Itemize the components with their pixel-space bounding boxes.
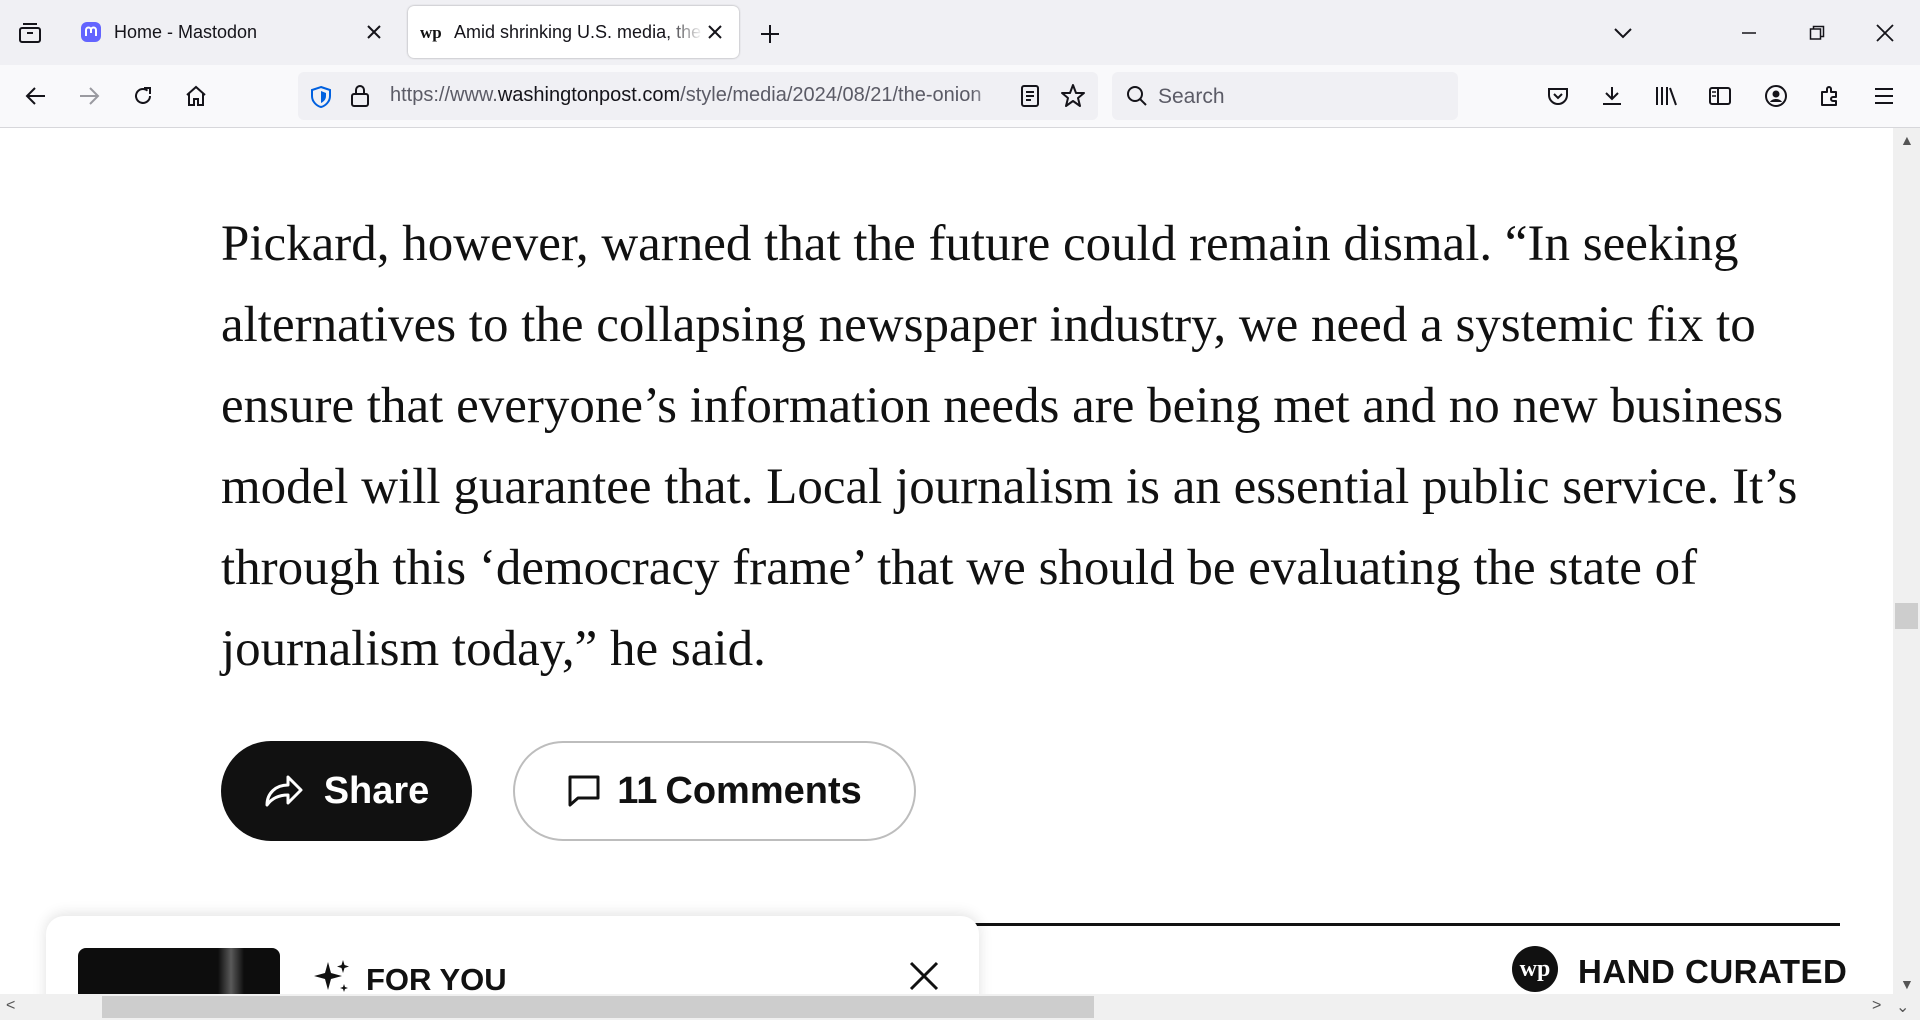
- section-divider: [970, 923, 1840, 926]
- sidebar-icon: [1709, 87, 1731, 105]
- minimize-button[interactable]: [1732, 16, 1766, 50]
- share-button[interactable]: Share: [221, 741, 472, 841]
- downloads-button[interactable]: [1594, 78, 1630, 114]
- page-content: Pickard, however, warned that the future…: [0, 128, 1893, 994]
- share-arrow-icon: [265, 775, 303, 807]
- hamburger-menu-icon: [1875, 88, 1893, 104]
- tab-close-button[interactable]: [703, 20, 727, 44]
- download-icon: [1603, 87, 1621, 105]
- close-icon[interactable]: [906, 958, 942, 994]
- menu-button[interactable]: [1866, 78, 1902, 114]
- tab-close-button[interactable]: [362, 20, 386, 44]
- for-you-thumbnail[interactable]: [78, 948, 280, 994]
- reader-view-icon[interactable]: [1020, 84, 1040, 108]
- chevron-down-icon: [1614, 28, 1632, 39]
- sidebar-button[interactable]: [1702, 78, 1738, 114]
- tab-washington-post[interactable]: wp Amid shrinking U.S. media, the: [408, 6, 739, 58]
- washington-post-icon: wp: [420, 23, 442, 42]
- search-placeholder: Search: [1158, 85, 1225, 108]
- search-bar[interactable]: Search: [1112, 72, 1458, 120]
- url-prefix: https://www.: [390, 84, 498, 106]
- new-tab-button[interactable]: [754, 18, 786, 50]
- article-paragraph: Pickard, however, warned that the future…: [221, 216, 1798, 677]
- reload-button[interactable]: [125, 78, 161, 114]
- tab-title: Amid shrinking U.S. media, the: [454, 21, 702, 42]
- list-all-tabs-button[interactable]: [1606, 16, 1640, 50]
- window-close-button[interactable]: [1868, 16, 1902, 50]
- close-icon: [1876, 24, 1894, 42]
- library-button[interactable]: [1648, 78, 1684, 114]
- url-bar[interactable]: https://www.washingtonpost.com/style/med…: [298, 72, 1098, 120]
- horizontal-scrollbar[interactable]: < > ⌄: [0, 994, 1920, 1020]
- close-icon: [708, 25, 722, 39]
- restore-icon: [1809, 25, 1825, 40]
- vertical-scroll-thumb[interactable]: [1895, 603, 1918, 629]
- mastodon-icon: [81, 22, 101, 42]
- comments-label: Comments: [665, 769, 862, 812]
- for-you-title: FOR YOU: [366, 962, 507, 994]
- horizontal-scroll-thumb[interactable]: [102, 996, 1094, 1018]
- home-button[interactable]: [178, 78, 214, 114]
- vertical-scrollbar[interactable]: ▲ ▼: [1893, 128, 1920, 994]
- url-text[interactable]: https://www.washingtonpost.com/style/med…: [390, 84, 1002, 108]
- tab-list-button[interactable]: [12, 18, 48, 48]
- back-button[interactable]: [18, 78, 54, 114]
- svg-text:wp: wp: [420, 23, 442, 42]
- url-host: washingtonpost.com: [497, 84, 681, 106]
- for-you-panel: FOR YOU: [46, 916, 979, 994]
- url-path: /style/media/2024/08/21/the-onion: [680, 84, 982, 106]
- scroll-down-icon[interactable]: ▼: [1900, 976, 1914, 992]
- scroll-up-icon[interactable]: ▲: [1900, 132, 1914, 148]
- extensions-button[interactable]: [1812, 78, 1848, 114]
- close-icon: [367, 25, 381, 39]
- forward-button[interactable]: [71, 78, 107, 114]
- bookmark-star-icon[interactable]: [1060, 83, 1086, 109]
- comments-button[interactable]: 11 Comments: [513, 741, 916, 841]
- home-icon: [186, 85, 206, 106]
- arrow-right-icon: [80, 87, 100, 105]
- tab-title: Home - Mastodon: [114, 21, 258, 42]
- tab-mastodon[interactable]: Home - Mastodon: [68, 6, 398, 58]
- reload-icon: [135, 87, 151, 104]
- sparkle-icon: [314, 960, 349, 992]
- scroll-left-icon[interactable]: <: [6, 997, 15, 1015]
- plus-icon: [761, 25, 779, 43]
- share-label: Share: [323, 769, 430, 812]
- minimize-icon: [1742, 32, 1756, 34]
- search-icon: [1127, 86, 1147, 106]
- pocket-icon: [1548, 88, 1568, 105]
- tab-strip: Home - Mastodon wp Amid shrinking U.S. m…: [0, 0, 1920, 65]
- pocket-button[interactable]: [1540, 78, 1576, 114]
- comment-bubble-icon: [568, 775, 600, 807]
- scroll-down-icon[interactable]: ⌄: [1896, 997, 1909, 1017]
- lock-icon[interactable]: [350, 84, 370, 108]
- library-icon: [1656, 87, 1677, 106]
- puzzle-icon: [1821, 86, 1837, 106]
- account-icon: [1765, 85, 1787, 107]
- washington-post-logo: wp: [1512, 946, 1558, 992]
- shield-icon[interactable]: [310, 85, 332, 109]
- hand-curated-label: HAND CURATED: [1578, 953, 1848, 990]
- scroll-right-icon[interactable]: >: [1872, 997, 1881, 1015]
- account-button[interactable]: [1758, 78, 1794, 114]
- tab-list-icon: [19, 23, 41, 43]
- arrow-left-icon: [25, 87, 45, 105]
- navigation-bar: https://www.washingtonpost.com/style/med…: [0, 65, 1920, 128]
- comments-count: 11: [617, 769, 658, 812]
- restore-button[interactable]: [1800, 16, 1834, 50]
